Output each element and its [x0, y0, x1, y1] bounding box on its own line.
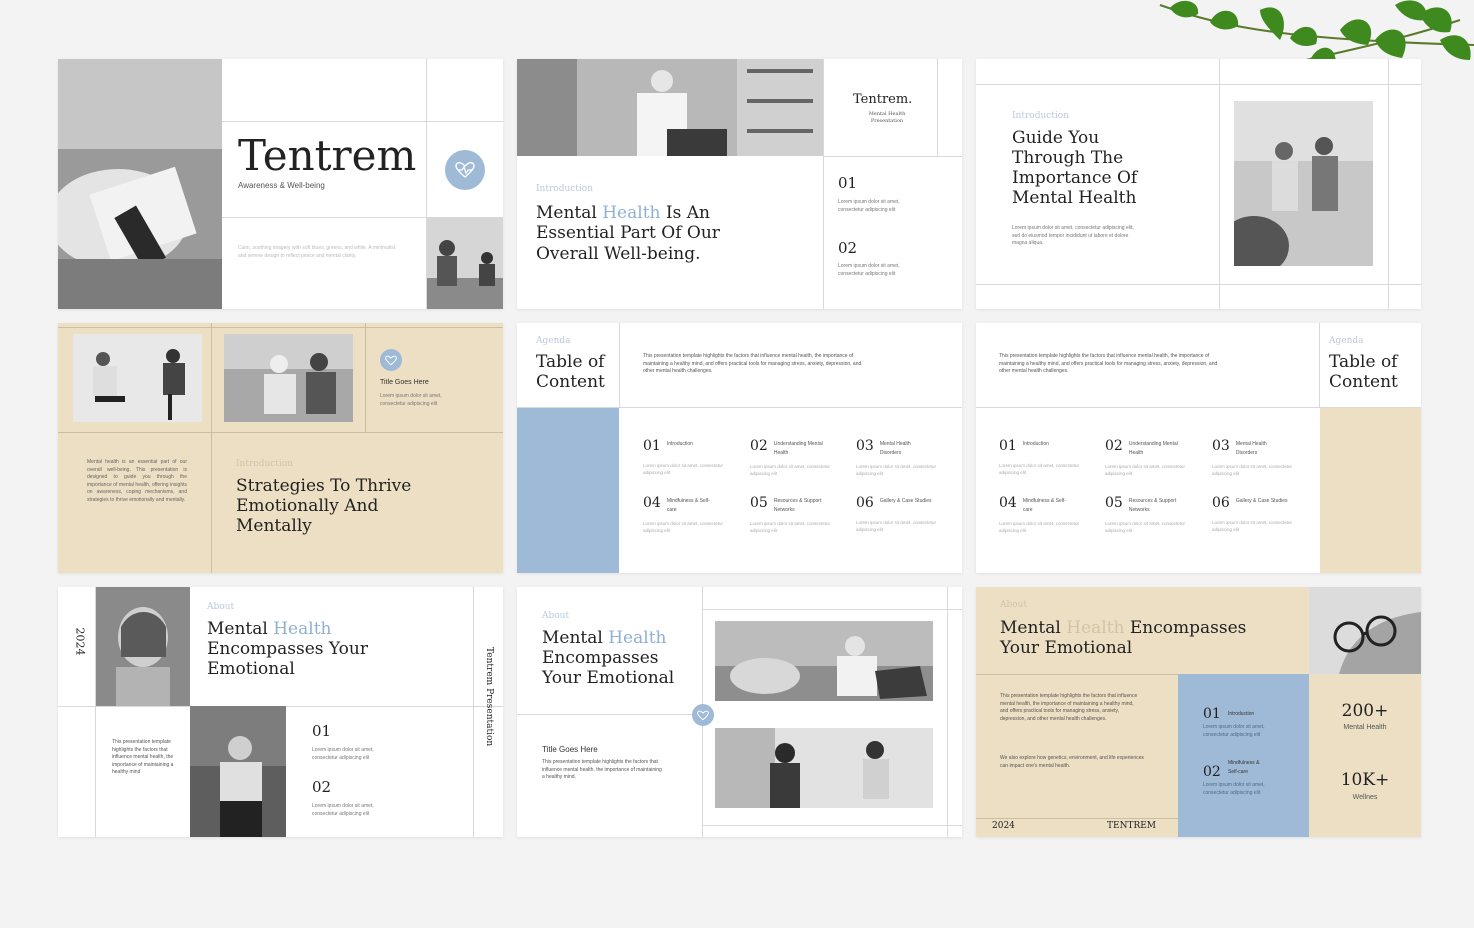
- slide-body-2: We also explore how genetics, environmen…: [1000, 755, 1144, 769]
- cover-subtitle: Awareness & Well-being: [238, 181, 325, 190]
- slide-heading: Table of Content: [536, 352, 605, 392]
- toc-item[interactable]: 01 Introduction Lorem ipsum dolor sit amet…: [643, 438, 738, 476]
- vertical-side-label: Tentrem Presentation: [484, 647, 494, 747]
- heart-pulse-icon: [692, 704, 714, 726]
- point-number-2: 02: [838, 239, 858, 257]
- stat-label-1: Mental Health: [1343, 724, 1387, 731]
- section-label: Agenda: [1329, 336, 1364, 346]
- panel-title-2a: Mindfulness &: [1228, 760, 1260, 766]
- panel-text-2: Lorem ipsum dolor sit amet, consectetur …: [1203, 782, 1265, 796]
- toc-intro: This presentation template highlights th…: [999, 353, 1218, 374]
- toc-item[interactable]: 02 Understanding Mental Health Lorem ipsum…: [750, 438, 845, 477]
- point-text-1: Lorem ipsum dolor sit amet, consectetur …: [312, 747, 374, 761]
- slide-table-of-content-beige[interactable]: Agenda Table of Content This presentatio…: [976, 323, 1421, 573]
- toc-item[interactable]: 03 Mental Health Disorders Lorem ipsum dol…: [1212, 438, 1307, 477]
- slide-table-of-content-blue[interactable]: Agenda Table of Content This presentatio…: [517, 323, 962, 573]
- panel-title-2b: Self-care: [1228, 769, 1249, 775]
- toc-item[interactable]: 06 Gallery & Case Studies Lorem ipsum dolo…: [856, 495, 951, 533]
- section-label: Introduction: [536, 184, 593, 194]
- slide-cover[interactable]: Tentrem Awareness & Well-being Calm, soo…: [58, 59, 503, 309]
- heart-pulse-icon: [380, 349, 402, 371]
- counselor-photo: [517, 59, 823, 156]
- section-label: Introduction: [236, 459, 293, 469]
- glasses-hand-photo: [1309, 587, 1421, 674]
- panel-number-2: 02: [1203, 764, 1221, 780]
- slide-about-gallery[interactable]: About Mental Health Encompasses Your Emo…: [517, 587, 962, 837]
- slide-heading: Mental Health Encompasses Your Emotional: [1000, 618, 1247, 658]
- panel-title-1: Introduction: [1228, 711, 1255, 717]
- slide-heading: Mental Health Encompasses Your Emotional: [207, 619, 368, 679]
- slide-introduction[interactable]: Tentrem. Mental Health Presentation Intr…: [517, 59, 962, 309]
- laptop-photo: [715, 621, 933, 701]
- point-number-2: 02: [312, 778, 332, 796]
- woman-portrait-photo: [96, 587, 190, 706]
- brand-name: Tentrem.: [853, 92, 913, 107]
- slide-guide[interactable]: Introduction Guide You Through The Impor…: [976, 59, 1421, 309]
- meeting-photo: [427, 218, 503, 309]
- point-text-2: Lorem ipsum dolor sit amet, consectetur …: [312, 803, 374, 817]
- cover-photo: [58, 59, 222, 309]
- slide-about-stats[interactable]: About Mental Health Encompasses Your Emo…: [976, 587, 1421, 837]
- friends-photo: [1234, 101, 1373, 266]
- group-photo: [224, 334, 353, 422]
- slide-heading: Mental Health Encompasses Your Emotional: [542, 628, 675, 688]
- blue-panel: 01 Introduction Lorem ipsum dolor sit am…: [1178, 674, 1309, 837]
- heart-pulse-icon: [445, 150, 485, 190]
- cover-title: Tentrem: [238, 131, 417, 180]
- slide-body: Mental health is an essential part of ou…: [87, 459, 187, 503]
- slide-body: Lorem ipsum dolor sit amet, consectetur …: [1012, 225, 1134, 246]
- card-title: Title Goes Here: [542, 745, 598, 754]
- slide-body: This presentation template highlights th…: [112, 739, 174, 775]
- slide-about-2024[interactable]: 2024 About Mental Health Encompasses You…: [58, 587, 503, 837]
- cover-description: Calm, soothing imagery with soft blues, …: [238, 245, 396, 259]
- point-text-1: Lorem ipsum dolor sit amet, consectetur …: [838, 199, 900, 213]
- panel-number-1: 01: [1203, 706, 1221, 722]
- toc-intro: This presentation template highlights th…: [643, 353, 862, 374]
- slide-heading: Mental Health Is An Essential Part Of Ou…: [536, 203, 720, 264]
- section-label: About: [1000, 600, 1028, 610]
- footer-brand: TENTREM: [1107, 821, 1157, 831]
- year-label: 2024: [73, 627, 87, 656]
- slide-strategies[interactable]: Title Goes Here Lorem ipsum dolor sit am…: [58, 323, 503, 573]
- toc-item[interactable]: 06 Gallery & Case Studies Lorem ipsum dolo…: [1212, 495, 1307, 533]
- card-description: Lorem ipsum dolor sit amet, consectetur …: [380, 393, 442, 407]
- point-text-2: Lorem ipsum dolor sit amet, consectetur …: [838, 263, 900, 277]
- man-portrait-photo: [190, 706, 286, 837]
- accent-block: [517, 408, 619, 573]
- toc-item[interactable]: 02 Understanding Mental Health Lorem ipsum…: [1105, 438, 1200, 477]
- section-label: Introduction: [1012, 111, 1069, 121]
- section-label: About: [542, 611, 570, 621]
- stat-value-2: 10K+: [1340, 770, 1390, 790]
- point-number-1: 01: [312, 722, 332, 740]
- stat-value-1: 200+: [1341, 701, 1389, 721]
- panel-text-1: Lorem ipsum dolor sit amet, consectetur …: [1203, 724, 1265, 738]
- slide-body-1: This presentation template highlights th…: [1000, 693, 1138, 722]
- slide-heading: Table of Content: [1329, 352, 1398, 392]
- toc-item[interactable]: 01 Introduction Lorem ipsum dolor sit amet…: [999, 438, 1094, 476]
- toc-item[interactable]: 03 Mental Health Disorders Lorem ipsum dol…: [856, 438, 951, 477]
- card-title: Title Goes Here: [380, 379, 429, 386]
- section-label: Agenda: [536, 336, 571, 346]
- section-label: About: [207, 602, 235, 612]
- point-number-1: 01: [838, 174, 858, 192]
- toc-item[interactable]: 04 Mindfulness & Self-care Lorem ipsum dol…: [999, 495, 1094, 534]
- card-body: This presentation template highlights th…: [542, 759, 662, 780]
- toc-item[interactable]: 04 Mindfulness & Self-care Lorem ipsum dol…: [643, 495, 738, 534]
- slide-heading: Guide You Through The Importance Of Ment…: [1012, 128, 1138, 208]
- toc-item[interactable]: 05 Resources & Support Networks Lorem ipsu…: [750, 495, 845, 534]
- stat-label-2: Wellnes: [1352, 794, 1378, 801]
- slide-heading: Strategies To Thrive Emotionally And Men…: [236, 476, 412, 536]
- brand-subtitle: Mental Health Presentation: [868, 111, 906, 124]
- conversation-photo: [73, 334, 202, 422]
- two-women-photo: [715, 728, 933, 808]
- accent-block: [1320, 408, 1421, 573]
- footer-year: 2024: [992, 821, 1015, 831]
- toc-item[interactable]: 05 Resources & Support Networks Lorem ipsu…: [1105, 495, 1200, 534]
